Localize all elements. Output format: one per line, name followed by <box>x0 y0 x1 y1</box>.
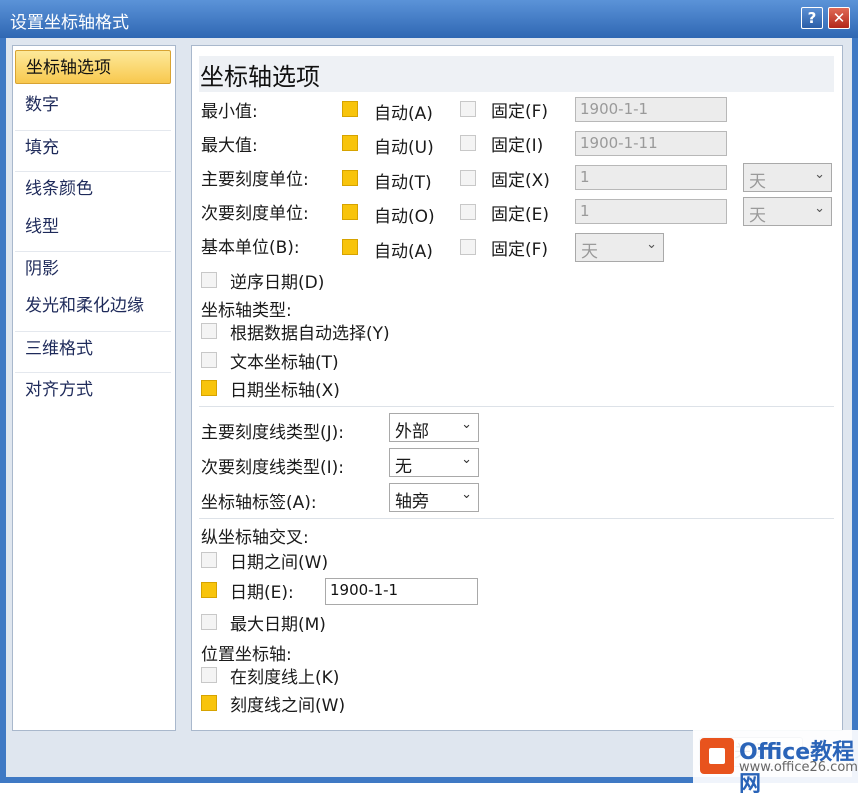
position-on-ticks-label[interactable]: 在刻度线上(K) <box>230 663 339 688</box>
axis-type-auto-label[interactable]: 根据数据自动选择(Y) <box>230 319 390 344</box>
base-unit-fixed-checkbox[interactable] <box>460 239 476 255</box>
sidebar-item-alignment[interactable]: 对齐方式 <box>15 372 171 406</box>
min-fixed-checkbox[interactable] <box>460 101 476 117</box>
tick-labels-dropdown[interactable]: 轴旁 ⌄ <box>389 483 479 512</box>
chevron-down-icon: ⌄ <box>646 237 657 252</box>
base-unit-fixed-label[interactable]: 固定(F) <box>491 235 548 260</box>
max-label: 最大值: <box>201 136 258 156</box>
axis-type-auto-radio[interactable] <box>201 323 217 339</box>
divider <box>199 406 834 407</box>
major-unit-fixed-checkbox[interactable] <box>460 170 476 186</box>
help-button[interactable]: ? <box>801 7 823 29</box>
major-unit-auto-checkbox[interactable] <box>342 170 358 186</box>
chevron-down-icon: ⌄ <box>814 167 825 182</box>
panel-title: 坐标轴选项 <box>200 63 320 91</box>
watermark: Office教程网 www.office26.com <box>693 730 858 797</box>
cross-date-input[interactable]: 1900-1-1 <box>325 578 478 605</box>
tick-labels-value: 轴旁 <box>395 492 429 512</box>
min-fixed-label[interactable]: 固定(F) <box>491 97 548 122</box>
major-unit-dropdown-value: 天 <box>749 172 766 192</box>
cross-date-radio[interactable] <box>201 582 217 598</box>
sidebar-item-line-color[interactable]: 线条颜色 <box>15 171 171 205</box>
base-unit-dropdown[interactable]: 天 ⌄ <box>575 233 664 262</box>
chevron-down-icon: ⌄ <box>461 452 472 467</box>
major-unit-label: 主要刻度单位: <box>201 170 309 190</box>
min-value-input[interactable]: 1900-1-1 <box>575 97 727 122</box>
base-unit-label: 基本单位(B): <box>201 238 300 258</box>
divider <box>199 518 834 519</box>
cross-between-dates-label[interactable]: 日期之间(W) <box>230 548 328 573</box>
minor-tick-value: 无 <box>395 457 412 477</box>
cross-max-date-label[interactable]: 最大日期(M) <box>230 610 326 635</box>
sidebar-item-shadow[interactable]: 阴影 <box>15 251 171 285</box>
watermark-url: www.office26.com <box>739 760 858 775</box>
axis-type-text-radio[interactable] <box>201 352 217 368</box>
sidebar-item-fill[interactable]: 填充 <box>15 130 171 164</box>
minor-unit-auto-label[interactable]: 自动(O) <box>374 202 435 227</box>
cross-date-label[interactable]: 日期(E): <box>230 578 294 603</box>
major-unit-dropdown[interactable]: 天 ⌄ <box>743 163 832 192</box>
minor-tick-dropdown[interactable]: 无 ⌄ <box>389 448 479 477</box>
office-logo-icon <box>700 738 734 774</box>
minor-unit-input[interactable]: 1 <box>575 199 727 224</box>
reverse-dates-label[interactable]: 逆序日期(D) <box>230 268 324 293</box>
axis-type-heading: 坐标轴类型: <box>201 301 292 321</box>
base-unit-auto-label[interactable]: 自动(A) <box>374 237 433 262</box>
cross-max-date-radio[interactable] <box>201 614 217 630</box>
chevron-down-icon: ⌄ <box>461 417 472 432</box>
minor-unit-dropdown-value: 天 <box>749 206 766 226</box>
title-bar[interactable]: 设置坐标轴格式 ? ✕ <box>0 0 858 38</box>
tick-labels-label: 坐标轴标签(A): <box>201 493 317 513</box>
base-unit-dropdown-value: 天 <box>581 242 598 262</box>
major-unit-fixed-label[interactable]: 固定(X) <box>491 166 550 191</box>
reverse-dates-checkbox[interactable] <box>201 272 217 288</box>
major-tick-value: 外部 <box>395 422 429 442</box>
minor-unit-auto-checkbox[interactable] <box>342 204 358 220</box>
major-tick-label: 主要刻度线类型(J): <box>201 423 345 443</box>
axis-type-text-label[interactable]: 文本坐标轴(T) <box>230 348 339 373</box>
cross-heading: 纵坐标轴交叉: <box>201 528 309 548</box>
window-title: 设置坐标轴格式 <box>10 13 129 33</box>
min-label: 最小值: <box>201 102 258 122</box>
min-auto-checkbox[interactable] <box>342 101 358 117</box>
major-unit-input[interactable]: 1 <box>575 165 727 190</box>
max-auto-checkbox[interactable] <box>342 135 358 151</box>
base-unit-auto-checkbox[interactable] <box>342 239 358 255</box>
minor-unit-dropdown[interactable]: 天 ⌄ <box>743 197 832 226</box>
minor-unit-fixed-checkbox[interactable] <box>460 204 476 220</box>
axis-type-date-label[interactable]: 日期坐标轴(X) <box>230 376 340 401</box>
minor-unit-label: 次要刻度单位: <box>201 204 309 224</box>
max-auto-label[interactable]: 自动(U) <box>374 133 434 158</box>
close-window-button[interactable]: ✕ <box>828 7 850 29</box>
position-between-ticks-label[interactable]: 刻度线之间(W) <box>230 691 345 716</box>
major-unit-auto-label[interactable]: 自动(T) <box>374 168 432 193</box>
position-on-ticks-radio[interactable] <box>201 667 217 683</box>
sidebar-item-glow[interactable]: 发光和柔化边缘 <box>15 289 171 323</box>
min-auto-label[interactable]: 自动(A) <box>374 99 433 124</box>
chevron-down-icon: ⌄ <box>461 487 472 502</box>
category-list: 坐标轴选项 数字 填充 线条颜色 线型 阴影 发光和柔化边缘 三维格式 对齐方式 <box>12 45 176 731</box>
sidebar-item-line-style[interactable]: 线型 <box>15 210 171 244</box>
max-value-input[interactable]: 1900-1-11 <box>575 131 727 156</box>
major-tick-dropdown[interactable]: 外部 ⌄ <box>389 413 479 442</box>
max-fixed-label[interactable]: 固定(I) <box>491 131 543 156</box>
max-fixed-checkbox[interactable] <box>460 135 476 151</box>
sidebar-item-axis-options[interactable]: 坐标轴选项 <box>15 50 171 84</box>
cross-between-dates-radio[interactable] <box>201 552 217 568</box>
sidebar-item-number[interactable]: 数字 <box>15 88 171 122</box>
axis-type-date-radio[interactable] <box>201 380 217 396</box>
chevron-down-icon: ⌄ <box>814 201 825 216</box>
position-between-ticks-radio[interactable] <box>201 695 217 711</box>
position-heading: 位置坐标轴: <box>201 645 292 665</box>
format-axis-dialog: 设置坐标轴格式 ? ✕ 坐标轴选项 数字 填充 线条颜色 线型 阴影 发光和柔化… <box>0 0 858 797</box>
minor-tick-label: 次要刻度线类型(I): <box>201 458 345 478</box>
sidebar-item-3d-format[interactable]: 三维格式 <box>15 331 171 365</box>
minor-unit-fixed-label[interactable]: 固定(E) <box>491 200 549 225</box>
